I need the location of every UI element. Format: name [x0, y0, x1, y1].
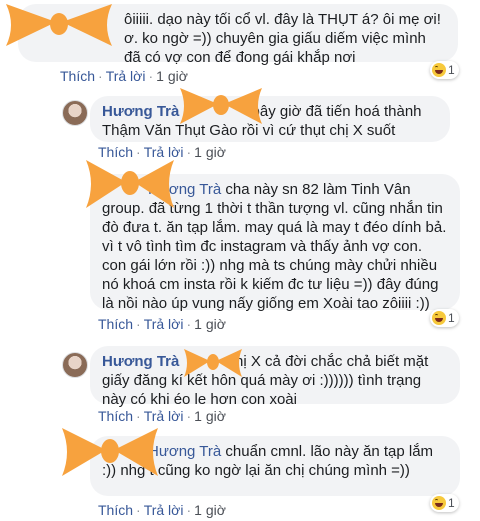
comment-bubble: Hương Trà bây giờ đã tiến hoá thành Thậm… [90, 96, 450, 142]
reaction-summary[interactable]: 1 [430, 309, 459, 327]
bow-censor-icon [180, 88, 262, 124]
bow-censor-icon [62, 428, 158, 476]
comment-actions: Thích · Trả lời · 1 giờ [98, 408, 226, 424]
comment-bubble: Hương Trà chị X cả đời chắc chả biết mặt… [90, 346, 460, 408]
haha-icon [432, 311, 446, 325]
timestamp[interactable]: 1 giờ [156, 68, 188, 84]
avatar[interactable] [62, 352, 88, 378]
reaction-summary[interactable]: 1 [430, 61, 459, 79]
reply-link[interactable]: Trả lời [144, 316, 184, 332]
comment-actions: Thích · Trả lời · 1 giờ [60, 68, 188, 84]
bow-censor-icon [6, 4, 112, 46]
timestamp[interactable]: 1 giờ [194, 316, 226, 332]
like-link[interactable]: Thích [98, 316, 133, 332]
bow-censor-icon [86, 160, 174, 208]
reply-link[interactable]: Trả lời [144, 408, 184, 424]
reply-link[interactable]: Trả lời [144, 502, 184, 518]
like-link[interactable]: Thích [98, 408, 133, 424]
timestamp[interactable]: 1 giờ [194, 408, 226, 424]
like-link[interactable]: Thích [60, 68, 95, 84]
reply-link[interactable]: Trả lời [106, 68, 146, 84]
comment-actions: Thích · Trả lời · 1 giờ [98, 316, 226, 332]
comment-actions: Thích · Trả lời · 1 giờ [98, 502, 226, 518]
avatar[interactable] [62, 100, 88, 126]
reaction-summary[interactable]: 1 [430, 494, 459, 512]
haha-icon [432, 63, 446, 77]
bow-censor-icon [184, 349, 242, 377]
timestamp[interactable]: 1 giờ [194, 144, 226, 160]
like-link[interactable]: Thích [98, 502, 133, 518]
haha-icon [432, 496, 446, 510]
comment-author[interactable]: Hương Trà [102, 103, 179, 120]
timestamp[interactable]: 1 giờ [194, 502, 226, 518]
comment-author[interactable]: Hương Trà [102, 353, 179, 370]
